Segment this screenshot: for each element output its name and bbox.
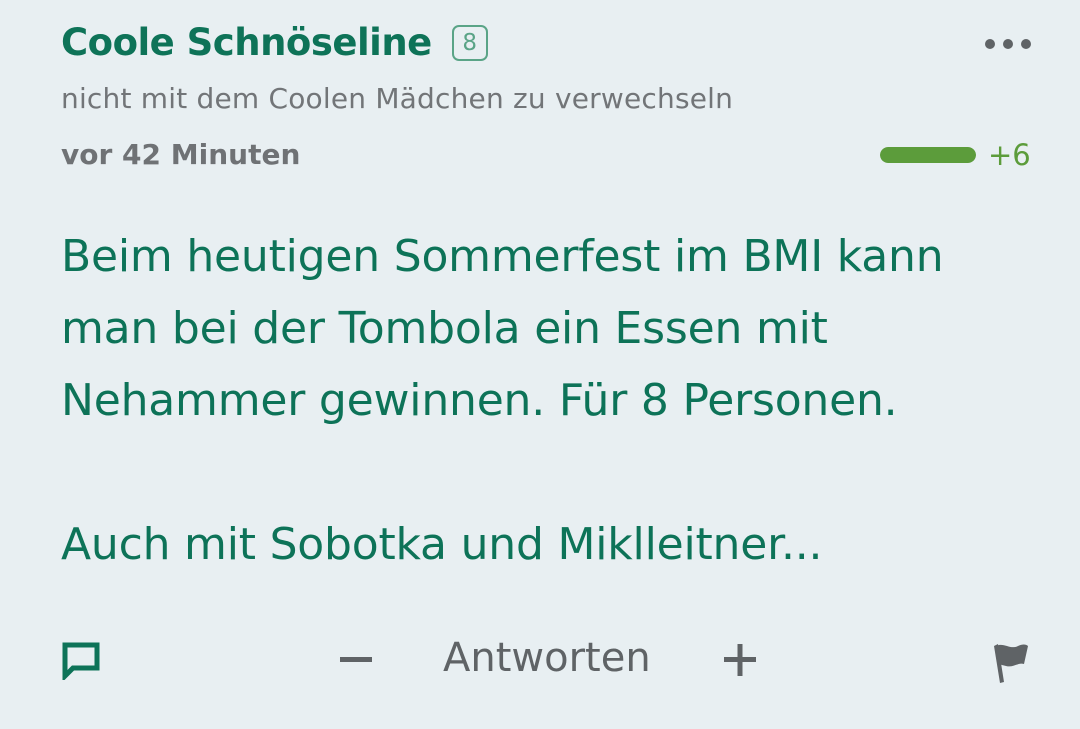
posting-header: Coole Schnöseline 8 [61,20,488,66]
rating-bar [880,147,976,163]
minus-icon[interactable] [336,640,376,680]
post-body: Beim heutigen Sommerfest im BMI kann man… [61,221,1051,581]
level-badge: 8 [451,25,488,61]
post-timestamp: vor 42 Minuten [61,138,301,171]
reply-button[interactable]: Antworten [443,632,651,684]
author-name[interactable]: Coole Schnöseline [61,20,432,66]
post-body-paragraph: Beim heutigen Sommerfest im BMI kann man… [61,231,944,426]
post-body-paragraph: Auch mit Sobotka und Miklleitner... [61,519,823,570]
posting-card: Coole Schnöseline 8 nicht mit dem Coolen… [0,0,1080,729]
author-subtitle: nicht mit dem Coolen Mädchen zu verwechs… [61,82,734,115]
comment-icon[interactable] [60,640,102,680]
more-dots-icon[interactable] [982,34,1034,54]
flag-icon[interactable] [988,638,1032,684]
rating-bar-fill [880,147,976,163]
rating-score: +6 [988,138,1031,172]
plus-icon[interactable] [720,640,760,680]
